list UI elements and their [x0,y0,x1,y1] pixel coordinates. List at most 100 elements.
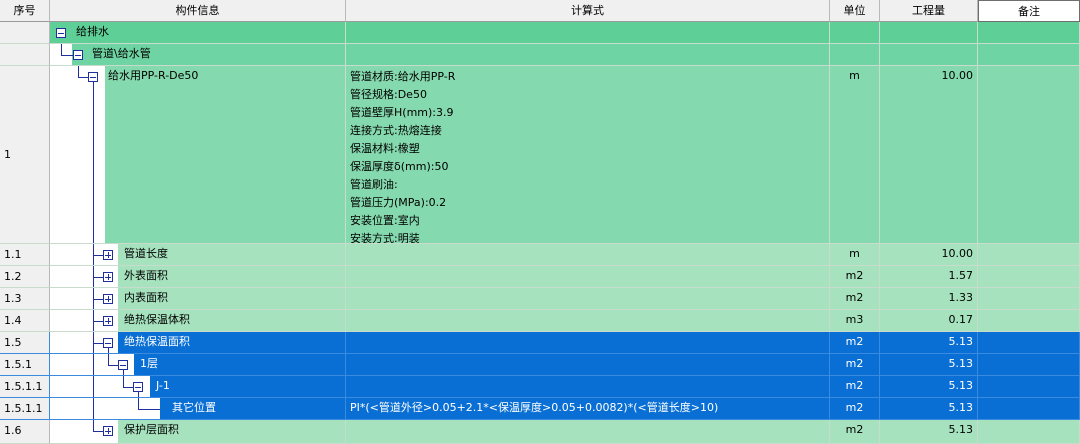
table-row[interactable]: 给排水 [0,22,1080,44]
row-qty[interactable]: 1.57 [880,266,978,288]
header-unit[interactable]: 单位 [830,0,880,22]
expand-icon[interactable] [103,426,113,436]
tree-line [93,299,103,300]
tree-label: 给排水 [76,25,109,38]
row-info[interactable]: 给排水 [50,22,346,44]
row-note[interactable] [978,266,1080,288]
row-info[interactable]: 其它位置 [50,398,346,420]
table-row[interactable]: 1.4 绝热保温体积 m3 0.17 [0,310,1080,332]
header-seq[interactable]: 序号 [0,0,50,22]
row-unit[interactable]: m3 [830,310,880,332]
table-row[interactable]: 1.3 内表面积 m2 1.33 [0,288,1080,310]
table-row-selected[interactable]: 1.5.1.1 其它位置 PI*(<管道外径>0.05+2.1*<保温厚度>0.… [0,398,1080,420]
table-row[interactable]: 1 给水用PP-R-De50 管道材质:给水用PP-R 管径规格:De50 管道… [0,66,1080,244]
row-unit[interactable]: m [830,66,880,244]
row-unit[interactable]: m [830,244,880,266]
row-seq [0,22,50,44]
row-unit[interactable]: m2 [830,420,880,444]
expand-icon[interactable] [103,294,113,304]
row-formula[interactable] [346,310,830,332]
formula-line: 保温厚度δ(mm):50 [350,160,449,173]
table-row-selected[interactable]: 1.5.1.1 J-1 m2 5.13 [0,376,1080,398]
header-note[interactable]: 备注 [978,0,1080,22]
table-row[interactable]: 1.6 保护层面积 m2 5.13 [0,420,1080,444]
row-info[interactable]: 管道\给水管 [50,44,346,66]
collapse-icon[interactable] [73,50,83,60]
row-note[interactable] [978,288,1080,310]
row-seq: 1.5 [0,332,50,354]
row-info[interactable]: 外表面积 [50,266,346,288]
row-qty[interactable] [880,22,978,44]
row-info-fill [105,66,345,243]
row-unit[interactable] [830,44,880,66]
row-note[interactable] [978,354,1080,376]
collapse-icon[interactable] [56,28,66,38]
row-info[interactable]: 绝热保温体积 [50,310,346,332]
table-row-selected[interactable]: 1.5 绝热保温面积 m2 5.13 [0,332,1080,354]
header-qty[interactable]: 工程量 [880,0,978,22]
row-qty[interactable]: 5.13 [880,332,978,354]
row-unit[interactable]: m2 [830,288,880,310]
row-formula[interactable] [346,244,830,266]
tree-line [138,409,160,410]
collapse-icon[interactable] [133,382,143,392]
row-note[interactable] [978,332,1080,354]
header-info[interactable]: 构件信息 [50,0,346,22]
row-qty[interactable]: 10.00 [880,66,978,244]
row-qty[interactable]: 0.17 [880,310,978,332]
row-info[interactable]: 内表面积 [50,288,346,310]
row-qty[interactable]: 5.13 [880,398,978,420]
row-formula[interactable] [346,266,830,288]
collapse-icon[interactable] [88,72,98,82]
row-formula[interactable]: PI*(<管道外径>0.05+2.1*<保温厚度>0.05+0.0082)*(<… [346,398,830,420]
row-unit[interactable]: m2 [830,332,880,354]
expand-icon[interactable] [103,250,113,260]
row-info-fill [134,354,345,375]
header-formula[interactable]: 计算式 [346,0,830,22]
row-qty[interactable]: 1.33 [880,288,978,310]
row-formula[interactable] [346,354,830,376]
expand-icon[interactable] [103,272,113,282]
row-note[interactable] [978,244,1080,266]
row-qty[interactable] [880,44,978,66]
table-row[interactable]: 1.2 外表面积 m2 1.57 [0,266,1080,288]
row-info[interactable]: 1层 [50,354,346,376]
row-note[interactable] [978,66,1080,244]
collapse-icon[interactable] [118,360,128,370]
row-note[interactable] [978,44,1080,66]
row-info[interactable]: 绝热保温面积 [50,332,346,354]
row-qty[interactable]: 5.13 [880,354,978,376]
expand-icon[interactable] [103,316,113,326]
row-note[interactable] [978,398,1080,420]
row-formula[interactable] [346,44,830,66]
row-note[interactable] [978,420,1080,444]
row-formula[interactable] [346,288,830,310]
row-seq: 1.4 [0,310,50,332]
row-formula[interactable] [346,22,830,44]
row-formula[interactable]: 管道材质:给水用PP-R 管径规格:De50 管道壁厚H(mm):3.9 连接方… [346,66,830,244]
row-formula[interactable] [346,332,830,354]
row-formula[interactable] [346,376,830,398]
tree-line [93,343,103,344]
row-unit[interactable] [830,22,880,44]
row-unit[interactable]: m2 [830,398,880,420]
row-info[interactable]: 管道长度 [50,244,346,266]
row-qty[interactable]: 10.00 [880,244,978,266]
table-row[interactable]: 管道\给水管 [0,44,1080,66]
row-info[interactable]: 保护层面积 [50,420,346,444]
row-unit[interactable]: m2 [830,354,880,376]
table-row[interactable]: 1.1 管道长度 m 10.00 [0,244,1080,266]
row-qty[interactable]: 5.13 [880,420,978,444]
row-formula[interactable] [346,420,830,444]
collapse-icon[interactable] [103,338,113,348]
table-row-selected[interactable]: 1.5.1 1层 m2 5.13 [0,354,1080,376]
row-note[interactable] [978,310,1080,332]
row-seq: 1.3 [0,288,50,310]
row-qty[interactable]: 5.13 [880,376,978,398]
row-info[interactable]: J-1 [50,376,346,398]
row-unit[interactable]: m2 [830,266,880,288]
row-note[interactable] [978,376,1080,398]
row-info[interactable]: 给水用PP-R-De50 [50,66,346,244]
row-note[interactable] [978,22,1080,44]
row-unit[interactable]: m2 [830,376,880,398]
